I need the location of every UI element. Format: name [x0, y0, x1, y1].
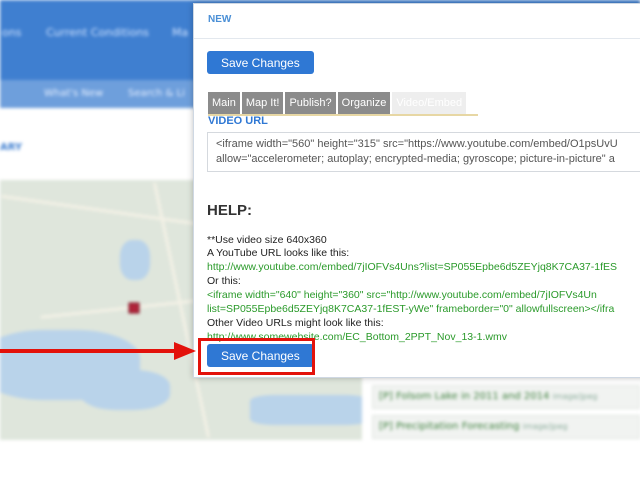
tab-organize[interactable]: Organize: [337, 92, 391, 114]
help-example-url: http://www.youtube.com/embed/7jIOFVs4Uns…: [207, 261, 618, 273]
help-line: **Use video size 640x360: [207, 234, 327, 246]
breadcrumb: ARY: [0, 142, 23, 153]
subnav-item-search[interactable]: Search & Li: [128, 88, 185, 99]
nav-item[interactable]: ons: [2, 26, 21, 39]
arrow-icon: [0, 342, 196, 360]
help-example-iframe: list=SP055Epbe6d5ZEYjq8K7CA37-1fEST-yWe"…: [207, 303, 615, 315]
tab-bar: Main Map It! Publish? Organize Video/Emb…: [208, 92, 468, 114]
list-item-tag: image/jpeg: [552, 392, 598, 401]
list-item[interactable]: [P] Precipitation Forecasting image/jpeg: [372, 415, 640, 439]
video-url-label: VIDEO URL: [208, 115, 268, 127]
dialog-title: NEW: [208, 14, 232, 25]
list-item-label: [P] Precipitation Forecasting: [379, 421, 520, 432]
nav-item-current-conditions[interactable]: Current Conditions: [46, 26, 149, 39]
tab-video-embed[interactable]: Video/Embed: [392, 92, 467, 114]
save-changes-button-top[interactable]: Save Changes: [207, 51, 314, 74]
tab-publish[interactable]: Publish?: [285, 92, 336, 114]
list-item-label: [P] Folsom Lake in 2011 and 2014: [379, 391, 550, 402]
help-example-iframe: <iframe width="640" height="360" src="ht…: [207, 289, 597, 301]
list-item-tag: image/jpeg: [522, 422, 568, 431]
video-url-line: allow="accelerometer; autoplay; encrypte…: [216, 153, 615, 165]
video-url-textarea[interactable]: <iframe width="560" height="315" src="ht…: [207, 132, 640, 172]
nav-item[interactable]: Ma: [172, 26, 188, 39]
help-line: A YouTube URL looks like this:: [207, 247, 350, 259]
help-title: HELP:: [207, 202, 252, 219]
help-line: Or this:: [207, 275, 241, 287]
list-item[interactable]: [P] Folsom Lake in 2011 and 2014 image/j…: [372, 385, 640, 409]
dialog-divider: [194, 38, 640, 39]
highlight-box: [198, 338, 315, 375]
tab-map-it[interactable]: Map It!: [241, 92, 284, 114]
tab-main[interactable]: Main: [208, 92, 240, 114]
new-item-dialog: NEW Save Changes Main Map It! Publish? O…: [193, 3, 640, 378]
help-line: Other Video URLs might look like this:: [207, 317, 384, 329]
map-marker-icon[interactable]: [128, 302, 140, 316]
video-url-line: <iframe width="560" height="315" src="ht…: [216, 138, 618, 150]
media-list: [P] Folsom Lake in 2011 and 2014 image/j…: [372, 385, 640, 445]
subnav-item-whats-new[interactable]: What's New: [44, 88, 103, 99]
